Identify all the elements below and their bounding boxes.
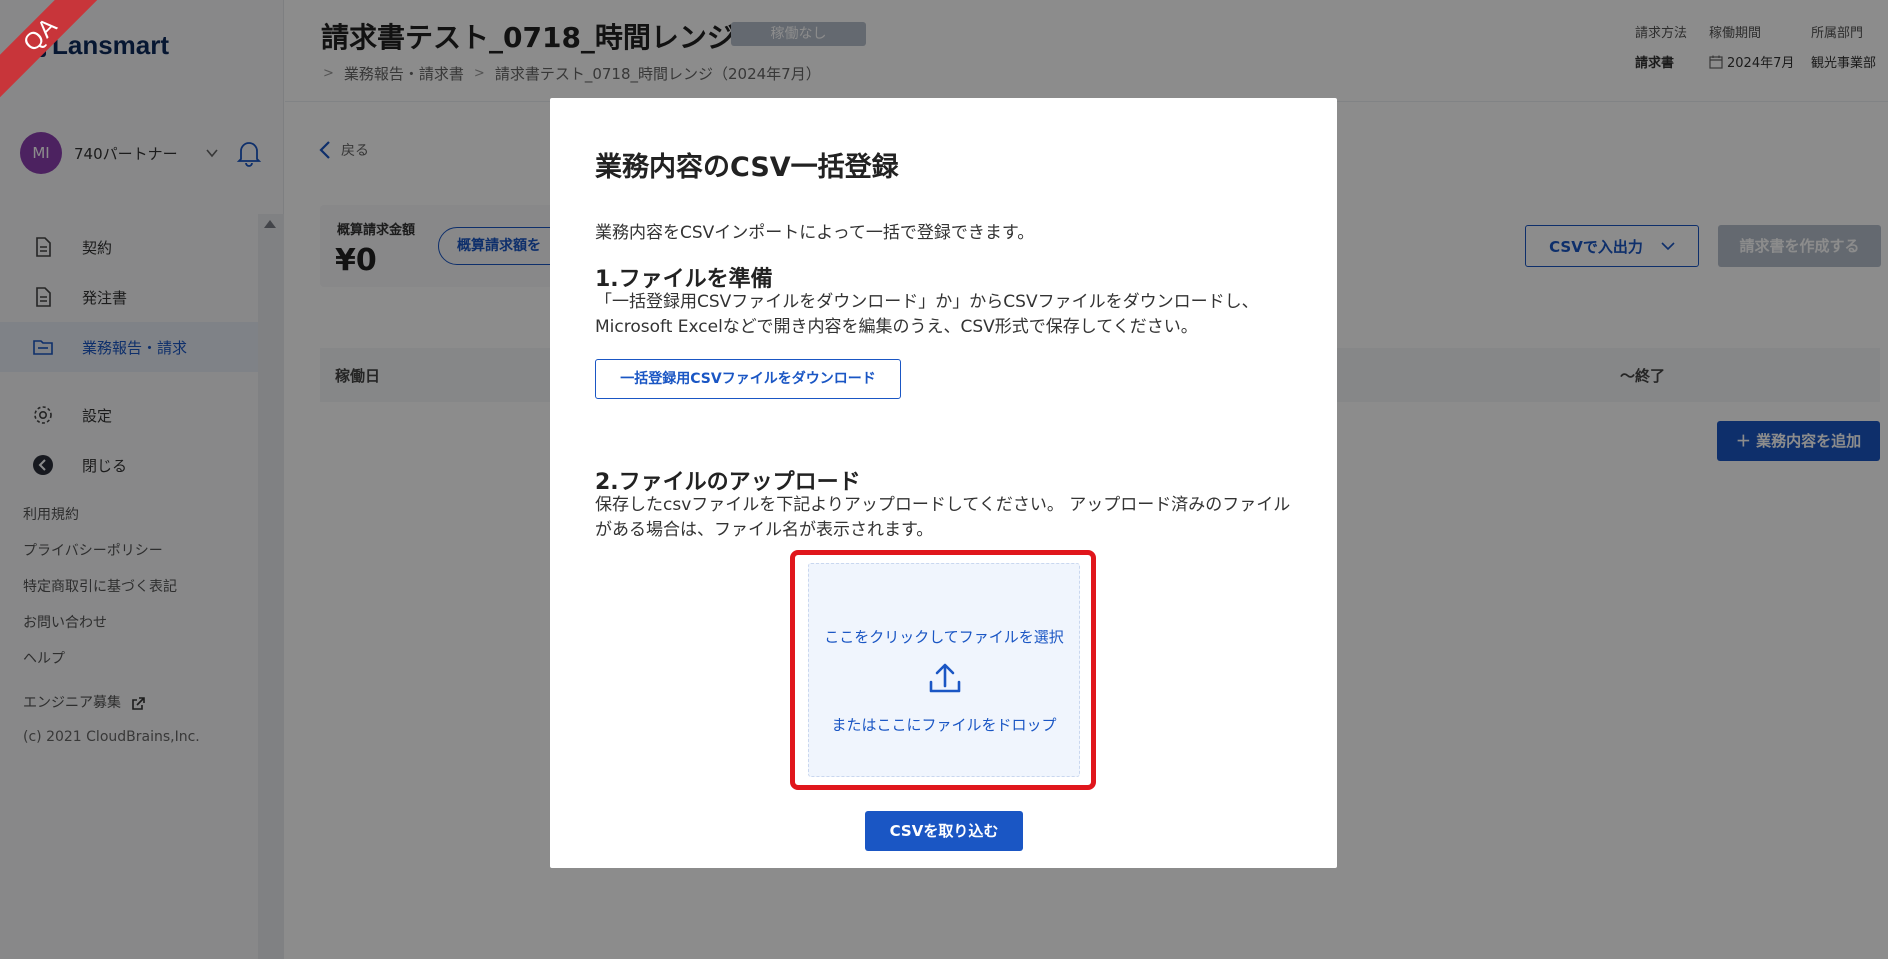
csv-import-modal: 業務内容のCSV一括登録 業務内容をCSVインポートによって一括で登録できます。… [550,98,1337,868]
upload-icon [929,663,961,693]
step2-title: 2.ファイルのアップロード [595,470,861,495]
import-csv-button[interactable]: CSVを取り込む [865,811,1023,851]
dropzone-drop-label: またはここにファイルをドロップ [831,716,1057,734]
step1-text: 「一括登録用CSVファイルをダウンロード」か」からCSVファイルをダウンロードし… [595,292,1259,337]
download-csv-button[interactable]: 一括登録用CSVファイルをダウンロード [595,359,901,399]
step2-text: 保存したcsvファイルを下記よりアップロードしてください。 アップロード済みのフ… [595,495,1291,540]
modal-title: 業務内容のCSV一括登録 [595,152,899,183]
step1-title: 1.ファイルを準備 [595,267,773,292]
dropzone-click-label: ここをクリックしてファイルを選択 [824,628,1064,646]
modal-description: 業務内容をCSVインポートによって一括で登録できます。 [595,223,1035,243]
file-dropzone[interactable]: ここをクリックしてファイルを選択 またはここにファイルをドロップ [808,563,1080,777]
